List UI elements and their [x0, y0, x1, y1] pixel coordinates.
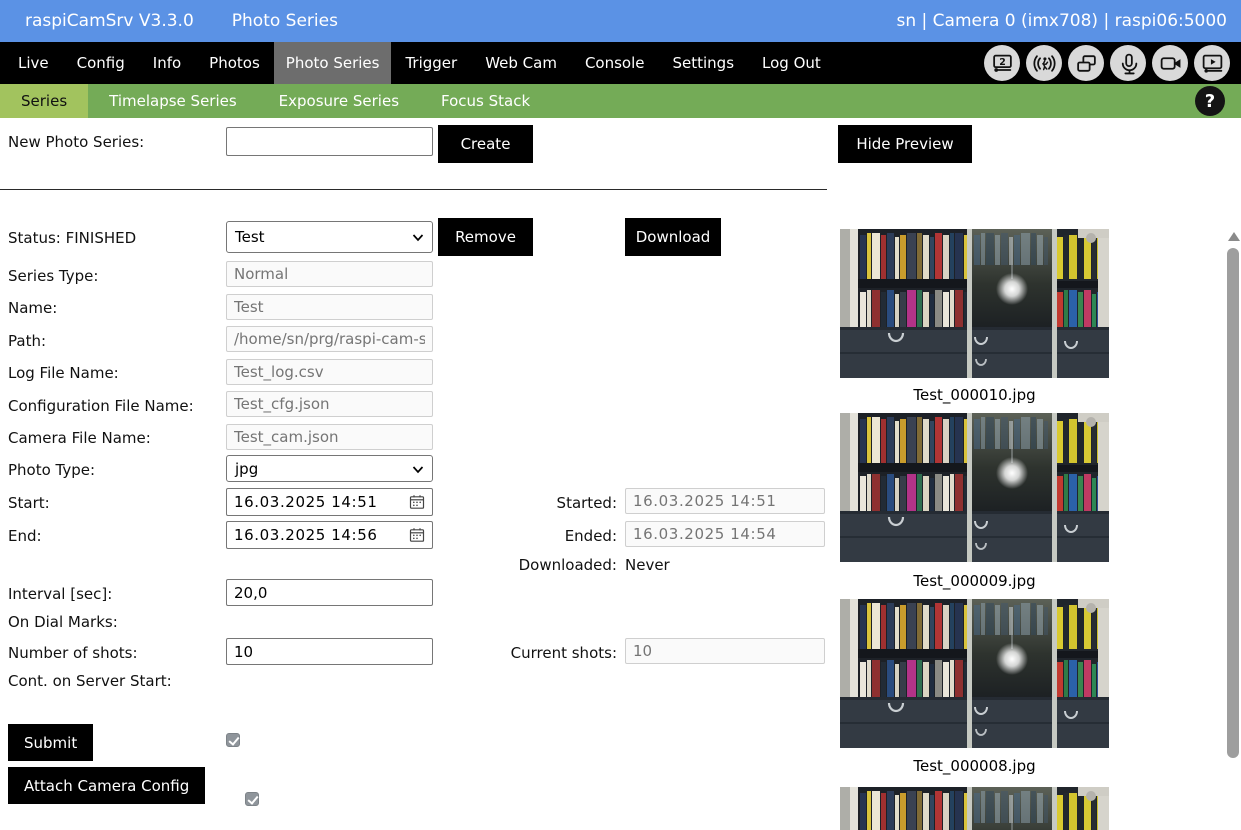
current-shots-label: Current shots:	[450, 644, 617, 662]
photo-type-select[interactable]: jpg	[226, 455, 433, 482]
nav-item-live[interactable]: Live	[4, 42, 63, 84]
ended-field	[625, 521, 825, 547]
started-label: Started:	[450, 494, 617, 512]
new-photo-series-label: New Photo Series:	[8, 133, 144, 151]
preview-image-1	[840, 229, 1109, 378]
nav-item-config[interactable]: Config	[63, 42, 139, 84]
main-nav: Live Config Info Photos Photo Series Tri…	[0, 42, 1241, 84]
chevron-down-icon	[412, 464, 424, 474]
cont-on-server-start-label: Cont. on Server Start:	[8, 672, 172, 690]
app-title: raspiCamSrv V3.3.0	[25, 11, 194, 31]
nav-item-trigger[interactable]: Trigger	[391, 42, 471, 84]
cont-on-server-start-checkbox[interactable]	[245, 792, 259, 806]
help-icon[interactable]: ?	[1195, 86, 1225, 116]
scroll-up-arrow-icon[interactable]	[1228, 232, 1240, 241]
photo-type-label: Photo Type:	[8, 461, 95, 479]
calendar-icon[interactable]	[409, 494, 425, 510]
start-datetime-value: 16.03.2025 14:51	[234, 493, 377, 511]
ended-label: Ended:	[450, 527, 617, 545]
video-camera-icon[interactable]	[1152, 45, 1188, 81]
page-title: Photo Series	[232, 11, 338, 31]
preview-image-3	[840, 599, 1109, 748]
on-dial-marks-checkbox[interactable]	[226, 733, 240, 747]
log-file-name-label: Log File Name:	[8, 364, 119, 382]
nav-item-photos[interactable]: Photos	[195, 42, 274, 84]
end-label: End:	[8, 527, 42, 545]
tab-series[interactable]: Series	[0, 84, 88, 118]
name-field	[226, 294, 433, 320]
started-field	[625, 488, 825, 514]
nav-item-console[interactable]: Console	[571, 42, 659, 84]
tab-timelapse-series[interactable]: Timelapse Series	[88, 84, 258, 118]
name-label: Name:	[8, 299, 57, 317]
raspicamsrv-app: raspiCamSrv V3.3.0 Photo Series sn | Cam…	[0, 0, 1241, 830]
end-datetime-value: 16.03.2025 14:56	[234, 526, 377, 544]
series-select-value: Test	[235, 228, 265, 246]
status-label: Status: FINISHED	[8, 229, 136, 247]
interval-input[interactable]	[226, 579, 433, 606]
scroll-thumb[interactable]	[1227, 248, 1239, 758]
display-2-icon[interactable]: 2	[984, 45, 1020, 81]
tab-focus-stack[interactable]: Focus Stack	[420, 84, 551, 118]
downloaded-value: Never	[625, 556, 670, 574]
start-label: Start:	[8, 494, 50, 512]
preview-caption-3: Test_000008.jpg	[840, 757, 1109, 775]
current-shots-field	[625, 638, 825, 664]
preview-caption-1: Test_000010.jpg	[840, 386, 1109, 404]
tab-exposure-series[interactable]: Exposure Series	[258, 84, 420, 118]
new-photo-series-input[interactable]	[226, 127, 433, 156]
series-subnav: Series Timelapse Series Exposure Series …	[0, 84, 1241, 118]
nav-item-photo-series[interactable]: Photo Series	[274, 42, 392, 84]
divider	[0, 189, 827, 190]
series-type-label: Series Type:	[8, 267, 98, 285]
downloaded-label: Downloaded:	[450, 556, 617, 574]
series-type-field	[226, 261, 433, 287]
app-header: raspiCamSrv V3.3.0 Photo Series sn | Cam…	[0, 0, 1241, 42]
log-file-name-field	[226, 359, 433, 385]
camera-file-name-label: Camera File Name:	[8, 429, 151, 447]
series-select[interactable]: Test	[226, 221, 433, 253]
media-player-icon[interactable]	[1194, 45, 1230, 81]
interval-label: Interval [sec]:	[8, 585, 112, 603]
path-label: Path:	[8, 332, 46, 350]
path-field	[226, 326, 433, 352]
preview-caption-2: Test_000009.jpg	[840, 572, 1109, 590]
on-dial-marks-label: On Dial Marks:	[8, 613, 118, 631]
camera-file-name-field	[226, 424, 433, 450]
preview-image-4	[840, 787, 1109, 830]
motion-detection-icon[interactable]	[1026, 45, 1062, 81]
photo-type-value: jpg	[235, 460, 258, 478]
session-info: sn | Camera 0 (imx708) | raspi06:5000	[897, 11, 1228, 31]
nav-status-icons: 2	[984, 42, 1241, 84]
windows-stack-icon[interactable]	[1068, 45, 1104, 81]
end-datetime-input[interactable]: 16.03.2025 14:56	[226, 521, 433, 549]
calendar-icon[interactable]	[409, 527, 425, 543]
download-button[interactable]: Download	[625, 218, 721, 256]
hide-preview-button[interactable]: Hide Preview	[838, 125, 972, 163]
nav-item-web-cam[interactable]: Web Cam	[471, 42, 571, 84]
number-of-shots-input[interactable]	[226, 638, 433, 665]
svg-text:2: 2	[999, 57, 1006, 68]
preview-scrollbar[interactable]	[1226, 228, 1241, 830]
configuration-file-name-label: Configuration File Name:	[8, 397, 194, 415]
start-datetime-input[interactable]: 16.03.2025 14:51	[226, 488, 433, 516]
nav-item-settings[interactable]: Settings	[659, 42, 749, 84]
microphone-icon[interactable]	[1110, 45, 1146, 81]
create-button[interactable]: Create	[438, 125, 533, 163]
number-of-shots-label: Number of shots:	[8, 644, 138, 662]
configuration-file-name-field	[226, 391, 433, 417]
submit-button[interactable]: Submit	[8, 724, 93, 761]
nav-item-log-out[interactable]: Log Out	[748, 42, 835, 84]
preview-image-2	[840, 413, 1109, 562]
remove-button[interactable]: Remove	[438, 218, 533, 256]
chevron-down-icon	[412, 232, 424, 242]
attach-camera-config-button[interactable]: Attach Camera Config	[8, 767, 205, 804]
nav-item-info[interactable]: Info	[139, 42, 195, 84]
